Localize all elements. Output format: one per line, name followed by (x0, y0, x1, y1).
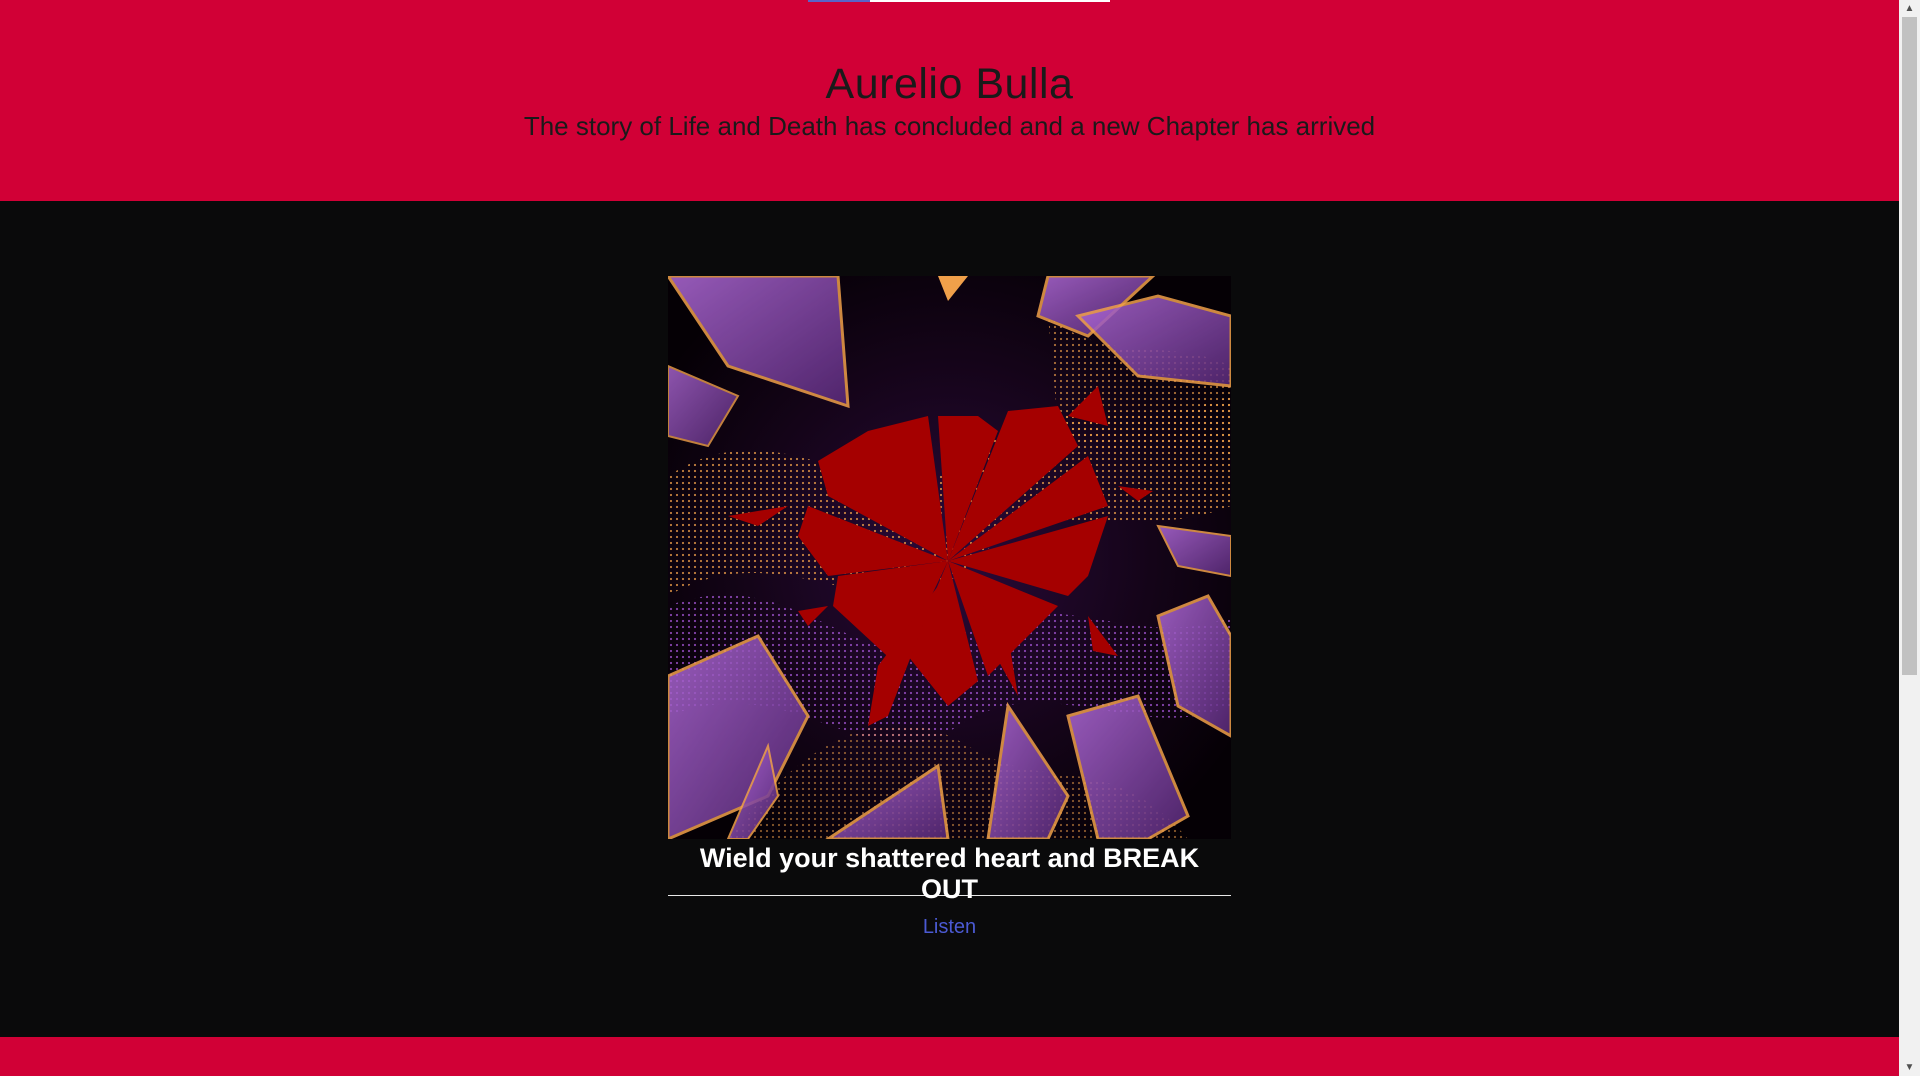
site-header: Aurelio Bulla The story of Life and Deat… (0, 0, 1899, 201)
release-card: Wield your shattered heart and BREAK OUT… (668, 276, 1231, 939)
page-viewport: Aurelio Bulla The story of Life and Deat… (0, 0, 1899, 1076)
top-nav-indicator[interactable] (808, 0, 1110, 2)
scrollbar-thumb[interactable] (1902, 17, 1917, 675)
album-cover-image (668, 276, 1231, 839)
site-subtitle: The story of Life and Death has conclude… (523, 111, 1376, 141)
top-nav-active-segment (808, 0, 870, 2)
listen-link[interactable]: Listen (668, 916, 1231, 939)
scroll-down-arrow-icon[interactable]: ▼ (1899, 1059, 1920, 1076)
vertical-scrollbar[interactable]: ▲ ▼ (1899, 0, 1920, 1076)
site-title: Aurelio Bulla (825, 60, 1074, 108)
main-content: Wield your shattered heart and BREAK OUT… (0, 201, 1899, 1037)
site-footer (0, 1037, 1899, 1076)
album-caption: Wield your shattered heart and BREAK OUT (699, 843, 1200, 904)
scroll-up-arrow-icon[interactable]: ▲ (1899, 0, 1920, 17)
